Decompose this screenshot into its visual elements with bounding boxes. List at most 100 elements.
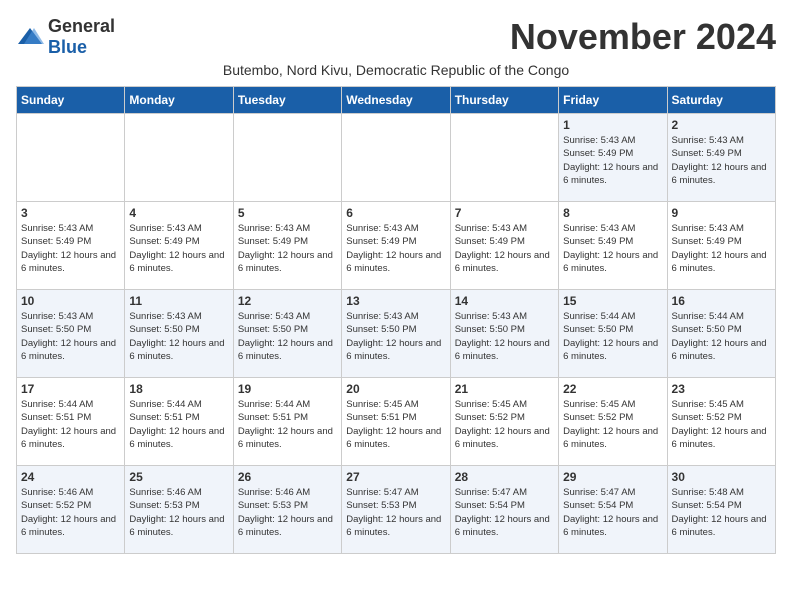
day-info-text: Sunrise: 5:44 AM Sunset: 5:50 PM Dayligh… — [672, 310, 771, 363]
day-info-text: Sunrise: 5:43 AM Sunset: 5:49 PM Dayligh… — [129, 222, 228, 275]
calendar-cell: 11Sunrise: 5:43 AM Sunset: 5:50 PM Dayli… — [125, 290, 233, 378]
calendar-cell: 7Sunrise: 5:43 AM Sunset: 5:49 PM Daylig… — [450, 202, 558, 290]
calendar-cell: 17 Sunrise: 5:44 AM Sunset: 5:51 PM Dayli… — [17, 378, 125, 466]
day-number: 17 — [21, 382, 120, 396]
logo-general: General — [48, 16, 115, 36]
calendar-cell: 27 Sunrise: 5:47 AM Sunset: 5:53 PM Dayli… — [342, 466, 450, 554]
header: General Blue November 2024 — [16, 16, 776, 58]
day-info-text: Sunrise: 5:44 AM Sunset: 5:50 PM Dayligh… — [563, 310, 662, 363]
day-number: 4 — [129, 206, 228, 220]
day-info-text: Sunrise: 5:44 AM Sunset: 5:51 PM Dayligh… — [238, 398, 337, 451]
day-number: 23 — [672, 382, 771, 396]
day-number: 28 — [455, 470, 554, 484]
calendar-cell: 6Sunrise: 5:43 AM Sunset: 5:49 PM Daylig… — [342, 202, 450, 290]
day-info-text: Sunrise: 5:43 AM Sunset: 5:50 PM Dayligh… — [346, 310, 445, 363]
day-number: 21 — [455, 382, 554, 396]
calendar-cell: 26 Sunrise: 5:46 AM Sunset: 5:53 PM Dayli… — [233, 466, 341, 554]
calendar-cell — [125, 114, 233, 202]
calendar-week-row: 3 Sunrise: 5:43 AM Sunset: 5:49 PM Daylig… — [17, 202, 776, 290]
day-number: 12 — [238, 294, 337, 308]
day-info-text: Sunrise: 5:46 AM Sunset: 5:53 PM Dayligh… — [238, 486, 337, 539]
day-number: 9 — [672, 206, 771, 220]
day-number: 2 — [672, 118, 771, 132]
day-info-text: Sunrise: 5:43 AM Sunset: 5:49 PM Dayligh… — [672, 222, 771, 275]
day-info-text: Sunrise: 5:43 AM Sunset: 5:49 PM Dayligh… — [238, 222, 337, 275]
day-info-text: Sunrise: 5:45 AM Sunset: 5:52 PM Dayligh… — [455, 398, 554, 451]
day-of-week-header: Saturday — [667, 87, 775, 114]
logo: General Blue — [16, 16, 115, 58]
calendar-cell: 25 Sunrise: 5:46 AM Sunset: 5:53 PM Dayli… — [125, 466, 233, 554]
calendar-cell: 13 Sunrise: 5:43 AM Sunset: 5:50 PM Dayli… — [342, 290, 450, 378]
day-number: 1 — [563, 118, 662, 132]
calendar-cell: 2 Sunrise: 5:43 AM Sunset: 5:49 PM Daylig… — [667, 114, 775, 202]
calendar-cell: 22 Sunrise: 5:45 AM Sunset: 5:52 PM Dayli… — [559, 378, 667, 466]
day-of-week-header: Friday — [559, 87, 667, 114]
day-info-text: Sunrise: 5:47 AM Sunset: 5:54 PM Dayligh… — [563, 486, 662, 539]
calendar-cell: 8Sunrise: 5:43 AM Sunset: 5:49 PM Daylig… — [559, 202, 667, 290]
calendar-cell — [233, 114, 341, 202]
day-info-text: Sunrise: 5:43 AM Sunset: 5:49 PM Dayligh… — [672, 134, 771, 187]
day-info-text: Sunrise: 5:43 AM Sunset: 5:49 PM Dayligh… — [21, 222, 120, 275]
day-info-text: Sunrise: 5:43 AM Sunset: 5:49 PM Dayligh… — [455, 222, 554, 275]
calendar-cell: 3 Sunrise: 5:43 AM Sunset: 5:49 PM Daylig… — [17, 202, 125, 290]
day-number: 27 — [346, 470, 445, 484]
logo-text: General Blue — [48, 16, 115, 58]
day-info-text: Sunrise: 5:43 AM Sunset: 5:50 PM Dayligh… — [238, 310, 337, 363]
calendar-cell — [450, 114, 558, 202]
calendar-cell: 18 Sunrise: 5:44 AM Sunset: 5:51 PM Dayli… — [125, 378, 233, 466]
day-of-week-header: Monday — [125, 87, 233, 114]
day-info-text: Sunrise: 5:43 AM Sunset: 5:50 PM Dayligh… — [455, 310, 554, 363]
day-info-text: Sunrise: 5:46 AM Sunset: 5:52 PM Dayligh… — [21, 486, 120, 539]
day-info-text: Sunrise: 5:43 AM Sunset: 5:50 PM Dayligh… — [21, 310, 120, 363]
day-number: 25 — [129, 470, 228, 484]
day-number: 16 — [672, 294, 771, 308]
day-info-text: Sunrise: 5:45 AM Sunset: 5:51 PM Dayligh… — [346, 398, 445, 451]
day-info-text: Sunrise: 5:45 AM Sunset: 5:52 PM Dayligh… — [672, 398, 771, 451]
calendar-table: SundayMondayTuesdayWednesdayThursdayFrid… — [16, 86, 776, 554]
day-number: 20 — [346, 382, 445, 396]
day-number: 3 — [21, 206, 120, 220]
calendar-cell — [342, 114, 450, 202]
month-title: November 2024 — [510, 16, 776, 58]
generalblue-logo-icon — [16, 26, 44, 48]
day-number: 26 — [238, 470, 337, 484]
calendar-cell: 23 Sunrise: 5:45 AM Sunset: 5:52 PM Dayli… — [667, 378, 775, 466]
calendar-week-row: 24Sunrise: 5:46 AM Sunset: 5:52 PM Dayli… — [17, 466, 776, 554]
day-number: 29 — [563, 470, 662, 484]
calendar-cell: 16 Sunrise: 5:44 AM Sunset: 5:50 PM Dayli… — [667, 290, 775, 378]
day-info-text: Sunrise: 5:43 AM Sunset: 5:49 PM Dayligh… — [346, 222, 445, 275]
day-info-text: Sunrise: 5:46 AM Sunset: 5:53 PM Dayligh… — [129, 486, 228, 539]
calendar-cell: 12 Sunrise: 5:43 AM Sunset: 5:50 PM Dayli… — [233, 290, 341, 378]
calendar-cell: 28Sunrise: 5:47 AM Sunset: 5:54 PM Dayli… — [450, 466, 558, 554]
day-number: 10 — [21, 294, 120, 308]
calendar-week-row: 10 Sunrise: 5:43 AM Sunset: 5:50 PM Dayli… — [17, 290, 776, 378]
day-info-text: Sunrise: 5:44 AM Sunset: 5:51 PM Dayligh… — [21, 398, 120, 451]
calendar-cell: 19 Sunrise: 5:44 AM Sunset: 5:51 PM Dayli… — [233, 378, 341, 466]
day-of-week-header: Sunday — [17, 87, 125, 114]
calendar-cell: 10 Sunrise: 5:43 AM Sunset: 5:50 PM Dayli… — [17, 290, 125, 378]
day-info-text: Sunrise: 5:47 AM Sunset: 5:53 PM Dayligh… — [346, 486, 445, 539]
calendar-cell: 21 Sunrise: 5:45 AM Sunset: 5:52 PM Dayli… — [450, 378, 558, 466]
day-info-text: Sunrise: 5:43 AM Sunset: 5:49 PM Dayligh… — [563, 134, 662, 187]
day-number: 8 — [563, 206, 662, 220]
day-of-week-header: Tuesday — [233, 87, 341, 114]
calendar-week-row: 1 Sunrise: 5:43 AM Sunset: 5:49 PM Daylig… — [17, 114, 776, 202]
day-number: 19 — [238, 382, 337, 396]
day-info-text: Sunrise: 5:44 AM Sunset: 5:51 PM Dayligh… — [129, 398, 228, 451]
calendar-cell: 20 Sunrise: 5:45 AM Sunset: 5:51 PM Dayli… — [342, 378, 450, 466]
logo-blue: Blue — [48, 37, 87, 57]
calendar-cell: 29 Sunrise: 5:47 AM Sunset: 5:54 PM Dayli… — [559, 466, 667, 554]
day-info-text: Sunrise: 5:43 AM Sunset: 5:50 PM Dayligh… — [129, 310, 228, 363]
calendar-cell: 24Sunrise: 5:46 AM Sunset: 5:52 PM Dayli… — [17, 466, 125, 554]
day-number: 18 — [129, 382, 228, 396]
calendar-cell: 15 Sunrise: 5:44 AM Sunset: 5:50 PM Dayli… — [559, 290, 667, 378]
day-number: 30 — [672, 470, 771, 484]
day-info-text: Sunrise: 5:45 AM Sunset: 5:52 PM Dayligh… — [563, 398, 662, 451]
day-number: 15 — [563, 294, 662, 308]
calendar-cell: 14Sunrise: 5:43 AM Sunset: 5:50 PM Dayli… — [450, 290, 558, 378]
day-number: 22 — [563, 382, 662, 396]
calendar-week-row: 17 Sunrise: 5:44 AM Sunset: 5:51 PM Dayli… — [17, 378, 776, 466]
calendar-cell: 30Sunrise: 5:48 AM Sunset: 5:54 PM Dayli… — [667, 466, 775, 554]
calendar-cell: 1 Sunrise: 5:43 AM Sunset: 5:49 PM Daylig… — [559, 114, 667, 202]
day-number: 13 — [346, 294, 445, 308]
